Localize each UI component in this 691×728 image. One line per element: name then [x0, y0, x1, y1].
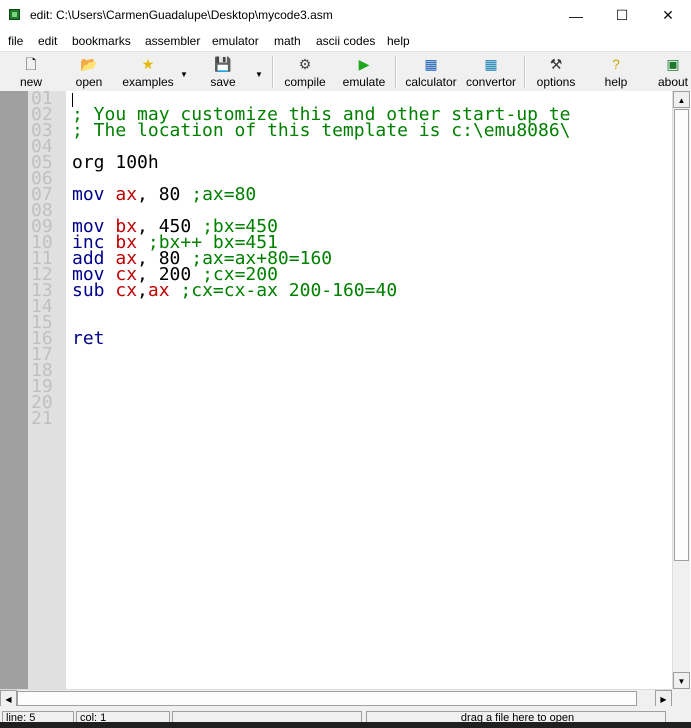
menu-assembler[interactable]: assembler — [145, 34, 200, 48]
scroll-up-arrow-icon[interactable]: ▲ — [673, 91, 690, 108]
menu-emulator[interactable]: emulator — [212, 34, 259, 48]
maximize-button[interactable]: ☐ — [599, 0, 645, 31]
help-question-icon: ? — [612, 56, 620, 72]
calculator-icon: ▦ — [424, 56, 438, 72]
compile-button[interactable]: ⚙ compile — [280, 54, 330, 90]
emulate-button[interactable]: ▶ emulate — [340, 54, 388, 90]
register: ax — [115, 184, 138, 205]
calculator-button[interactable]: ▦ calculator — [402, 54, 460, 90]
toolbar-divider — [272, 56, 274, 88]
app-chip-icon — [9, 9, 20, 20]
window-title: edit: C:\Users\CarmenGuadalupe\Desktop\m… — [30, 8, 333, 22]
calculator-label: calculator — [405, 75, 457, 89]
save-dropdown-arrow-icon[interactable]: ▼ — [255, 70, 263, 79]
code-editor[interactable]: 01 02 03 04 05 06 07 08 09 10 11 12 13 1… — [0, 90, 691, 689]
register: ax — [147, 280, 170, 301]
close-button[interactable]: ✕ — [645, 0, 691, 31]
code-line: sub cx,ax ;cx=cx-ax 200-160=40 — [72, 280, 672, 301]
horizontal-scrollbar[interactable]: ◀ ▶ — [0, 689, 672, 707]
menu-math[interactable]: math — [274, 34, 301, 48]
code-line: mov ax, 80 ;ax=80 — [72, 184, 672, 205]
comment: ;cx=cx-ax 200-160=40 — [169, 280, 398, 301]
register: cx — [115, 280, 138, 301]
about-label: about — [657, 75, 689, 89]
text-caret — [72, 93, 73, 107]
operand-separator: , — [137, 280, 148, 301]
menu-ascii-codes[interactable]: ascii codes — [316, 34, 375, 48]
options-button[interactable]: ⚒ options — [532, 54, 580, 90]
code-text[interactable]: ; You may customize this and other start… — [72, 91, 672, 348]
menu-bookmarks[interactable]: bookmarks — [72, 34, 131, 48]
code-line-comment: ; The location of this template is c:\em… — [72, 120, 571, 141]
examples-label: examples — [122, 75, 174, 89]
toolbar-divider — [395, 56, 397, 88]
help-button[interactable]: ? help — [598, 54, 634, 90]
convertor-button[interactable]: ▦ convertor — [462, 54, 520, 90]
line-number: 21 — [31, 408, 53, 429]
instruction: ret — [72, 328, 105, 348]
examples-dropdown-arrow-icon[interactable]: ▼ — [180, 70, 188, 79]
examples-button[interactable]: ★ examples — [120, 54, 176, 90]
operand: 100h — [104, 152, 159, 173]
options-label: options — [536, 75, 576, 89]
code-line: org 100h — [72, 152, 672, 173]
menu-help[interactable]: help — [387, 34, 410, 48]
play-arrow-icon: ▶ — [358, 56, 370, 72]
compile-gears-icon: ⚙ — [298, 56, 312, 72]
menu-edit[interactable]: edit — [38, 34, 57, 48]
tools-icon: ⚒ — [549, 56, 563, 72]
line-numbers: 01 02 03 04 05 06 07 08 09 10 11 12 13 1… — [31, 90, 53, 429]
taskbar-strip — [0, 722, 691, 728]
folder-open-icon: 📂 — [80, 56, 98, 72]
save-label: save — [210, 75, 236, 89]
scrollbar-corner — [672, 689, 691, 706]
menu-bar: file edit bookmarks assembler emulator m… — [0, 31, 691, 51]
help-label: help — [604, 75, 628, 89]
operand: , 80 — [137, 184, 192, 205]
floppy-disk-icon: 💾 — [214, 56, 232, 72]
bookmark-margin[interactable] — [0, 91, 28, 689]
code-line: ret — [72, 328, 672, 348]
title-bar: edit: C:\Users\CarmenGuadalupe\Desktop\m… — [0, 0, 691, 31]
vertical-scrollbar[interactable]: ▲ ▼ — [672, 91, 690, 689]
about-chip-icon: ▣ — [666, 56, 680, 72]
minimize-button[interactable]: — — [553, 0, 599, 31]
emulate-label: emulate — [342, 75, 386, 89]
menu-file[interactable]: file — [8, 34, 23, 48]
toolbar: 🗋 new 📂 open ★ examples ▼ 💾 save ▼ ⚙ com… — [0, 51, 691, 93]
new-label: new — [19, 75, 42, 89]
comment: ;ax=80 — [191, 184, 257, 205]
open-label: open — [75, 75, 103, 89]
new-button[interactable]: 🗋 new — [10, 54, 52, 90]
vertical-scroll-thumb[interactable] — [674, 109, 689, 561]
horizontal-scroll-thumb[interactable] — [17, 691, 637, 706]
scroll-right-arrow-icon[interactable]: ▶ — [655, 690, 672, 707]
about-button[interactable]: ▣ about — [655, 54, 691, 90]
toolbar-divider — [524, 56, 526, 88]
save-button[interactable]: 💾 save — [202, 54, 244, 90]
open-button[interactable]: 📂 open — [68, 54, 110, 90]
scroll-left-arrow-icon[interactable]: ◀ — [0, 690, 17, 707]
convertor-icon: ▦ — [484, 56, 498, 72]
star-icon: ★ — [141, 56, 155, 72]
compile-label: compile — [284, 75, 326, 89]
new-file-icon: 🗋 — [25, 56, 37, 72]
scroll-down-arrow-icon[interactable]: ▼ — [673, 672, 690, 689]
convertor-label: convertor — [465, 75, 517, 89]
